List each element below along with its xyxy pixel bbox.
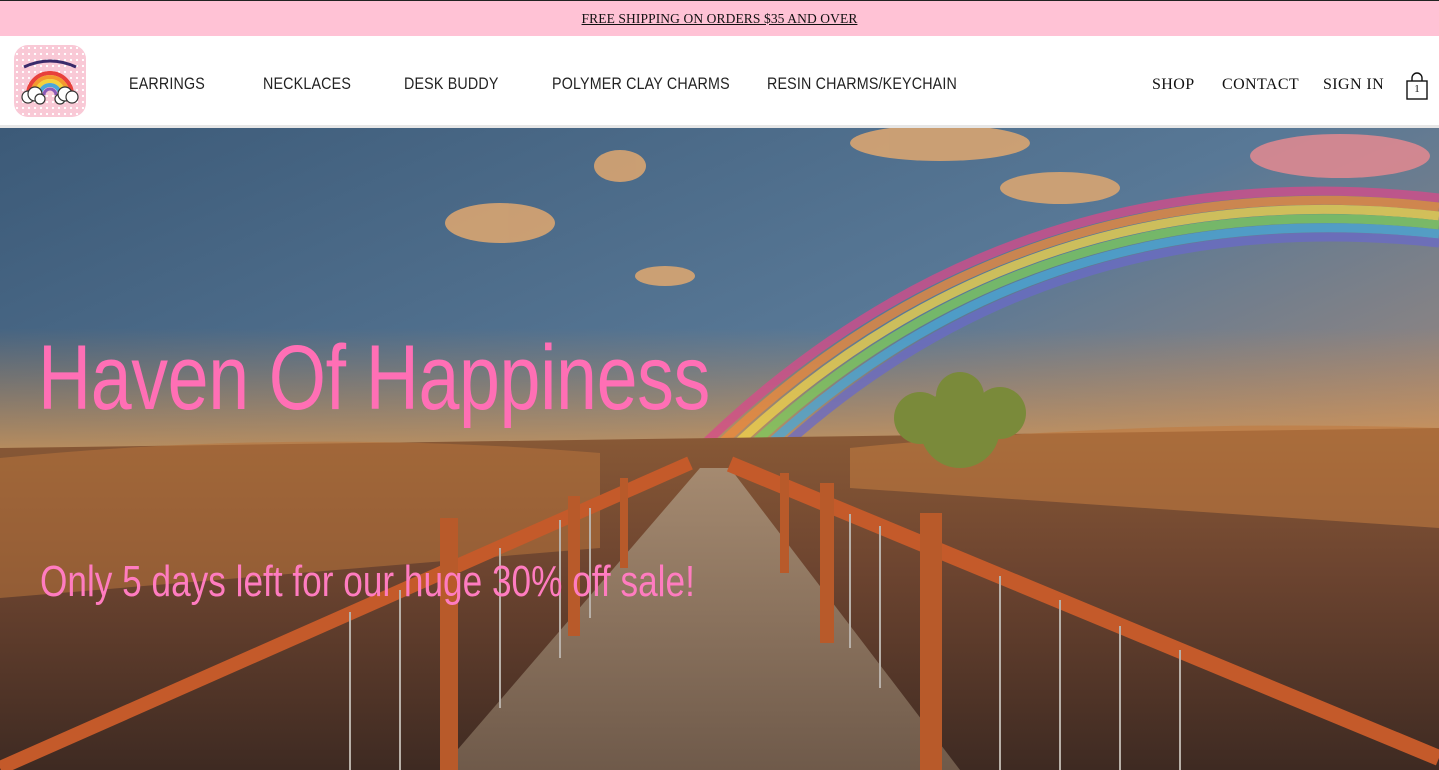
cart-count: 1 [1414, 83, 1420, 95]
site-logo[interactable] [14, 45, 86, 117]
hero-subtitle: Only 5 days left for our huge 30% off sa… [40, 557, 695, 606]
cart-button[interactable]: 1 [1405, 72, 1429, 100]
site-header: EARRINGS NECKLACES DESK BUDDY POLYMER CL… [0, 36, 1439, 128]
contact-link[interactable]: CONTACT [1222, 76, 1299, 94]
rainbow-boardwalk-image [0, 128, 1439, 770]
hero-banner: Haven Of Happiness Only 5 days left for … [0, 128, 1439, 770]
announcement-bar: FREE SHIPPING ON ORDERS $35 AND OVER [0, 0, 1439, 36]
free-shipping-link[interactable]: FREE SHIPPING ON ORDERS $35 AND OVER [582, 11, 858, 27]
nav-necklaces[interactable]: NECKLACES [263, 74, 351, 94]
hero-title: Haven Of Happiness [38, 327, 710, 429]
nav-resin-charms-keychain[interactable]: RESIN CHARMS/KEYCHAIN [767, 74, 957, 94]
rainbow-cloud-logo-icon [21, 59, 79, 105]
shop-link[interactable]: SHOP [1152, 76, 1195, 94]
nav-earrings[interactable]: EARRINGS [129, 74, 205, 94]
nav-desk-buddy[interactable]: DESK BUDDY [404, 74, 499, 94]
sign-in-link[interactable]: SIGN IN [1323, 76, 1384, 94]
nav-polymer-clay-charms[interactable]: POLYMER CLAY CHARMS [552, 74, 730, 94]
